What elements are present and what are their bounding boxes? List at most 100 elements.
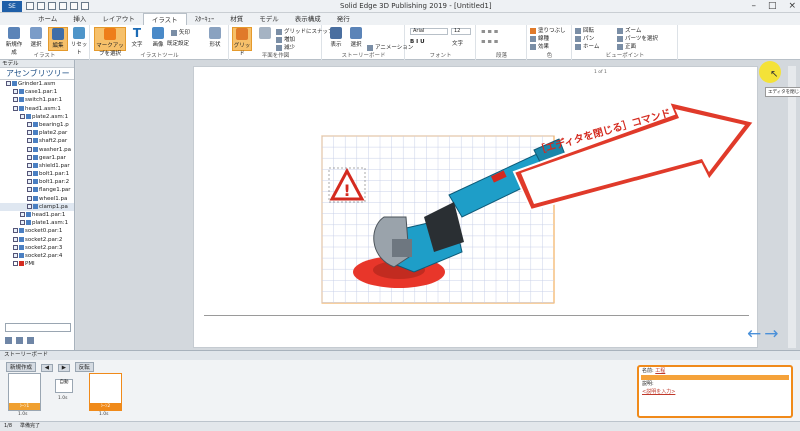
- front-view-button[interactable]: 正面: [617, 42, 636, 50]
- tab-home[interactable]: ホーム: [30, 13, 65, 25]
- save-icon[interactable]: [26, 2, 34, 10]
- scene-thumbnail-1[interactable]: ｼｰﾝ1: [8, 373, 41, 411]
- select-parts-button[interactable]: パーツを選択: [617, 34, 658, 42]
- tab-publish[interactable]: 発行: [329, 13, 358, 25]
- tree-item[interactable]: head1.par:1: [0, 211, 74, 219]
- visibility-checkbox[interactable]: [27, 162, 32, 168]
- visibility-checkbox[interactable]: [13, 89, 18, 95]
- tree-item[interactable]: plate1.asm:1: [0, 219, 74, 227]
- zoom-button[interactable]: ズーム: [617, 26, 641, 34]
- vertical-scrollbar[interactable]: [788, 66, 796, 348]
- tree-item[interactable]: socket2.par:4: [0, 252, 74, 260]
- visibility-checkbox[interactable]: [13, 105, 18, 111]
- home-view-button[interactable]: ホーム: [575, 42, 599, 50]
- tree-item[interactable]: clamp1.pa: [0, 202, 74, 211]
- tree-item[interactable]: plate2.asm:1: [0, 113, 74, 121]
- scene-desc-field[interactable]: <説明を入力>: [642, 389, 675, 395]
- prev-page-icon[interactable]: ←: [747, 324, 764, 344]
- visibility-checkbox[interactable]: [27, 138, 32, 144]
- visibility-checkbox[interactable]: [27, 121, 32, 127]
- visibility-checkbox[interactable]: [13, 236, 18, 242]
- indent-buttons[interactable]: ≡ ≡ ≡: [481, 39, 498, 45]
- tree-item[interactable]: wheel1.pa: [0, 195, 74, 203]
- tree-item[interactable]: socket0.par:1: [0, 227, 74, 235]
- auto-transition[interactable]: 自動: [55, 379, 73, 393]
- application-button[interactable]: SE: [2, 1, 22, 12]
- print-icon[interactable]: [70, 2, 78, 10]
- grid-button[interactable]: グリッド: [232, 27, 252, 57]
- tree-item[interactable]: flange1.par: [0, 186, 74, 194]
- tab-layout[interactable]: レイアウト: [94, 13, 143, 25]
- image-button[interactable]: 画像: [148, 27, 168, 48]
- tab-model[interactable]: モデル: [251, 13, 287, 25]
- shape-button[interactable]: 形状: [205, 27, 225, 48]
- visibility-checkbox[interactable]: [20, 212, 25, 217]
- text-button[interactable]: T 文字: [127, 27, 147, 48]
- arrow-tool[interactable]: 矢印: [171, 28, 190, 36]
- tree-item[interactable]: bolt1.par:2: [0, 178, 74, 186]
- font-family-select[interactable]: Arial: [410, 28, 448, 35]
- edit-illustration-button[interactable]: 編集: [48, 27, 68, 51]
- visibility-checkbox[interactable]: [13, 252, 18, 258]
- tree-item[interactable]: bolt1.par:1: [0, 170, 74, 178]
- tab-insert[interactable]: 挿入: [65, 13, 94, 25]
- visibility-checkbox[interactable]: [27, 130, 32, 136]
- text-label[interactable]: 文字: [452, 39, 463, 47]
- line-style-button[interactable]: 線種: [530, 34, 549, 42]
- model-tab-icon[interactable]: [5, 337, 12, 344]
- scene-name-field[interactable]: 工程: [655, 368, 665, 374]
- tab-illustration[interactable]: イラスト: [142, 13, 187, 25]
- visibility-checkbox[interactable]: [13, 228, 18, 234]
- select-illustration-button[interactable]: 選択: [26, 27, 46, 48]
- tab-display[interactable]: 表示構成: [287, 13, 329, 25]
- effect-button[interactable]: 効果: [530, 42, 549, 50]
- tree-item[interactable]: plate2.par: [0, 129, 74, 137]
- scene-thumbnail-2[interactable]: ｼｰﾝ2: [89, 373, 122, 411]
- visibility-checkbox[interactable]: [20, 220, 25, 226]
- tree-search-input[interactable]: [5, 323, 71, 332]
- text-format-buttons[interactable]: B I U: [410, 39, 425, 45]
- layers-tab-icon[interactable]: [16, 337, 23, 344]
- visibility-checkbox[interactable]: [27, 179, 32, 185]
- font-size-select[interactable]: 12: [451, 28, 471, 35]
- open-icon[interactable]: [59, 2, 67, 10]
- select-markup-button[interactable]: マークアップを選択: [94, 27, 126, 57]
- page-nav-arrows[interactable]: ←→: [747, 324, 782, 344]
- fill-button[interactable]: 塗りつぶし: [530, 26, 566, 34]
- visibility-checkbox[interactable]: [20, 113, 25, 119]
- new-scene-button[interactable]: 新規作成: [6, 362, 37, 372]
- select-storyboard-button[interactable]: 選択: [346, 27, 366, 48]
- visibility-checkbox[interactable]: [6, 81, 11, 86]
- defaults-settings[interactable]: 既定設定: [167, 39, 189, 47]
- next-scene-button[interactable]: ▶: [57, 364, 70, 372]
- tab-tech-pub[interactable]: ｽﾀｰｷｭｰ: [187, 13, 223, 25]
- pan-button[interactable]: パン: [575, 34, 594, 42]
- redo-icon[interactable]: [48, 2, 56, 10]
- minimize-button[interactable]: –: [751, 1, 756, 11]
- draw-plane-button[interactable]: [255, 27, 275, 40]
- tab-material[interactable]: 材質: [222, 13, 251, 25]
- tree-item[interactable]: case1.par:1: [0, 88, 74, 96]
- undo-icon[interactable]: [37, 2, 45, 10]
- reverse-button[interactable]: 反転: [74, 362, 94, 372]
- document-canvas[interactable]: 1 of 1 ! ←→ ［エディタを閉じる］コマンド ↖ エディタを閉じ: [76, 60, 800, 350]
- increase-button[interactable]: 増加: [276, 35, 295, 43]
- visibility-checkbox[interactable]: [27, 195, 32, 201]
- prev-scene-button[interactable]: ◀: [40, 364, 53, 372]
- next-page-icon[interactable]: →: [764, 324, 781, 344]
- tree-item[interactable]: bearing1.p: [0, 121, 74, 129]
- tree-item[interactable]: switch1.par:1: [0, 96, 74, 104]
- tree-item[interactable]: washer1.pa: [0, 146, 74, 154]
- visibility-checkbox[interactable]: [27, 203, 32, 209]
- tree-item[interactable]: head1.asm:1: [0, 105, 74, 113]
- visibility-checkbox[interactable]: [13, 261, 18, 267]
- tree-item[interactable]: socket2.par:3: [0, 244, 74, 252]
- visibility-checkbox[interactable]: [27, 154, 32, 160]
- tree-item[interactable]: PMI: [0, 260, 74, 268]
- decrease-button[interactable]: 減少: [276, 43, 295, 51]
- visibility-checkbox[interactable]: [13, 244, 18, 250]
- customize-icon[interactable]: [81, 2, 89, 10]
- visibility-checkbox[interactable]: [13, 97, 18, 103]
- maximize-button[interactable]: □: [768, 1, 777, 11]
- tree-item[interactable]: socket2.par:2: [0, 236, 74, 244]
